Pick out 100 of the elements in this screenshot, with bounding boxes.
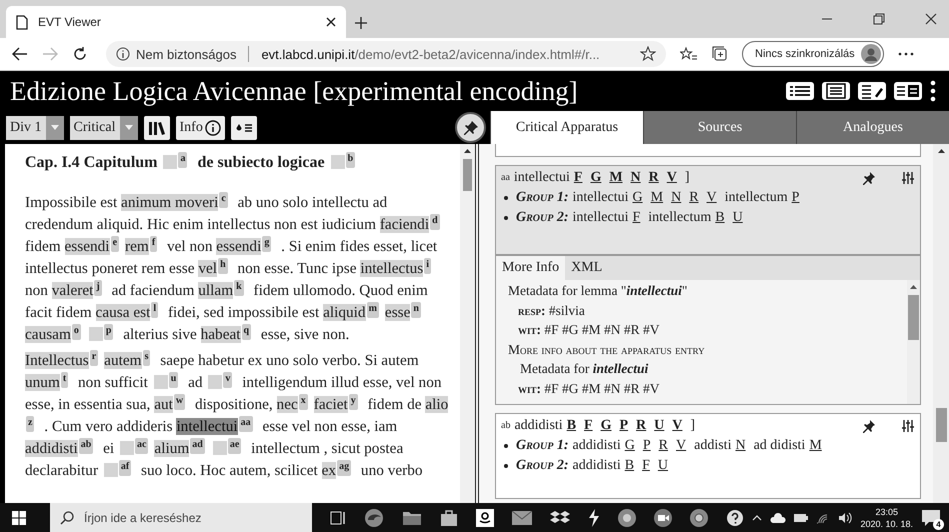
gap-marker[interactable] bbox=[208, 375, 222, 389]
witness-link[interactable]: N bbox=[735, 436, 746, 456]
witness-link[interactable]: M bbox=[650, 188, 664, 208]
highlighted-reading[interactable]: causam bbox=[25, 326, 71, 343]
apparatus-entry[interactable]: ab addidisti B F G P R U V ] Group 1: addidisti G P R V addisti N ad didisti M Group 2: addidisti B F U bbox=[495, 413, 921, 499]
witness-link[interactable]: V bbox=[706, 188, 717, 208]
battery-icon[interactable] bbox=[794, 514, 808, 522]
note-marker[interactable]: c bbox=[219, 192, 228, 208]
gap-marker[interactable] bbox=[120, 441, 134, 455]
witness-link[interactable]: P bbox=[792, 188, 800, 208]
chrome-icon[interactable] bbox=[690, 509, 708, 527]
details-tab[interactable]: More Info bbox=[496, 256, 566, 280]
witness-link[interactable]: R bbox=[689, 188, 699, 208]
clock[interactable]: 23:05 2020. 10. 18. bbox=[860, 506, 913, 530]
highlighted-reading[interactable]: rem bbox=[125, 238, 149, 255]
video-app-icon[interactable] bbox=[654, 509, 672, 527]
scrollbar-thumb[interactable] bbox=[463, 159, 472, 191]
note-marker[interactable]: l bbox=[151, 302, 158, 318]
favorites-icon[interactable] bbox=[680, 46, 698, 62]
dropdown[interactable]: Critical bbox=[70, 116, 138, 140]
browser-tab[interactable]: EVT Viewer bbox=[6, 6, 346, 38]
star-icon[interactable] bbox=[640, 46, 656, 62]
note-marker[interactable]: a bbox=[178, 152, 188, 168]
highlighted-reading[interactable]: nec bbox=[276, 396, 298, 413]
note-marker[interactable]: af bbox=[118, 460, 132, 476]
gap-marker[interactable] bbox=[212, 441, 227, 455]
back-icon[interactable] bbox=[12, 47, 28, 61]
highlighted-reading[interactable]: essendi bbox=[216, 238, 262, 255]
witness-link[interactable]: F bbox=[642, 456, 650, 476]
witness-link[interactable]: U bbox=[654, 416, 664, 436]
witness-link[interactable]: R bbox=[636, 416, 646, 436]
volume-icon[interactable] bbox=[838, 512, 852, 524]
store-bag-icon[interactable] bbox=[440, 509, 458, 527]
note-marker[interactable]: ag bbox=[337, 460, 352, 476]
note-marker[interactable]: z bbox=[26, 416, 34, 432]
highlighted-reading[interactable]: faciet bbox=[314, 396, 348, 413]
highlighted-reading[interactable]: addidisti bbox=[25, 440, 78, 457]
highlighted-reading[interactable]: alium bbox=[154, 440, 190, 457]
witness-link[interactable]: G bbox=[624, 436, 635, 456]
note-marker[interactable]: o bbox=[72, 324, 81, 340]
note-marker[interactable]: ab bbox=[78, 438, 94, 454]
highlighted-reading[interactable]: unum bbox=[25, 374, 60, 391]
witness-link[interactable]: B bbox=[566, 416, 576, 436]
note-marker[interactable]: v bbox=[223, 372, 232, 388]
witness-link[interactable]: M bbox=[609, 168, 623, 188]
note-marker[interactable]: g bbox=[262, 236, 272, 252]
note-marker[interactable]: d bbox=[430, 214, 440, 230]
note-marker[interactable]: q bbox=[242, 324, 252, 340]
close-icon[interactable] bbox=[326, 17, 336, 27]
note-marker[interactable]: u bbox=[168, 372, 178, 388]
scrollbar[interactable] bbox=[933, 144, 949, 503]
scrollbar[interactable] bbox=[460, 144, 475, 503]
highlighted-reading[interactable]: habeat bbox=[200, 326, 241, 343]
dropbox-icon[interactable] bbox=[550, 510, 570, 526]
plus-icon[interactable] bbox=[354, 16, 368, 30]
search-field[interactable]: Írjon ide a kereséshez bbox=[50, 503, 312, 532]
note-marker[interactable]: j bbox=[94, 280, 102, 296]
witness-link[interactable]: N bbox=[671, 188, 682, 208]
profile-button[interactable]: Nincs szinkronizálás bbox=[742, 41, 884, 67]
browser-app-icon[interactable] bbox=[364, 508, 384, 528]
highlighted-reading[interactable]: esse bbox=[384, 304, 410, 321]
highlighted-reading[interactable]: aut bbox=[154, 396, 173, 413]
witness-link[interactable]: V bbox=[666, 168, 677, 188]
dropdown[interactable]: Div 1 bbox=[6, 116, 64, 140]
details-tab[interactable]: XML bbox=[565, 256, 608, 280]
witness-link[interactable]: F bbox=[584, 416, 593, 436]
kebab-menu-icon[interactable] bbox=[929, 80, 937, 102]
witness-link[interactable]: G bbox=[600, 416, 612, 436]
text-view-icon[interactable] bbox=[821, 81, 851, 101]
task-view-icon[interactable] bbox=[330, 511, 346, 525]
witness-link[interactable]: P bbox=[642, 436, 651, 456]
chat-app-icon[interactable] bbox=[618, 509, 636, 527]
highlighted-reading[interactable]: valeret bbox=[52, 282, 94, 299]
pin-icon[interactable] bbox=[862, 171, 876, 185]
refresh-icon[interactable] bbox=[72, 46, 88, 62]
highlighted-reading[interactable]: Intellectus bbox=[25, 352, 89, 369]
note-marker[interactable]: t bbox=[60, 372, 68, 388]
notifications-button[interactable]: 4 bbox=[921, 509, 941, 527]
witness-link[interactable]: R bbox=[658, 436, 668, 456]
bolt-icon[interactable] bbox=[588, 509, 600, 527]
witness-link[interactable]: V bbox=[672, 416, 682, 436]
highlighted-reading[interactable]: essendi bbox=[64, 238, 110, 255]
mail-icon[interactable] bbox=[512, 511, 532, 525]
edit-view-icon[interactable] bbox=[857, 81, 887, 101]
note-marker[interactable]: s bbox=[142, 350, 150, 366]
highlighted-reading[interactable]: ullam bbox=[198, 282, 234, 299]
pin-icon[interactable] bbox=[862, 419, 876, 433]
windows-icon[interactable] bbox=[12, 511, 26, 525]
highlighted-reading[interactable]: autem bbox=[104, 352, 142, 369]
witness-link[interactable]: M bbox=[809, 436, 822, 456]
note-marker[interactable]: ac bbox=[134, 438, 148, 454]
gap-marker[interactable] bbox=[104, 463, 118, 477]
panel-tab[interactable]: Analogues bbox=[796, 111, 949, 144]
note-marker[interactable]: ae bbox=[228, 438, 242, 454]
witness-link[interactable]: N bbox=[630, 168, 641, 188]
more-icon[interactable] bbox=[898, 52, 914, 56]
gap-marker[interactable] bbox=[163, 155, 178, 169]
split-view-icon[interactable] bbox=[893, 81, 923, 101]
sliders-icon[interactable] bbox=[902, 419, 914, 433]
folder-icon[interactable] bbox=[402, 510, 422, 526]
